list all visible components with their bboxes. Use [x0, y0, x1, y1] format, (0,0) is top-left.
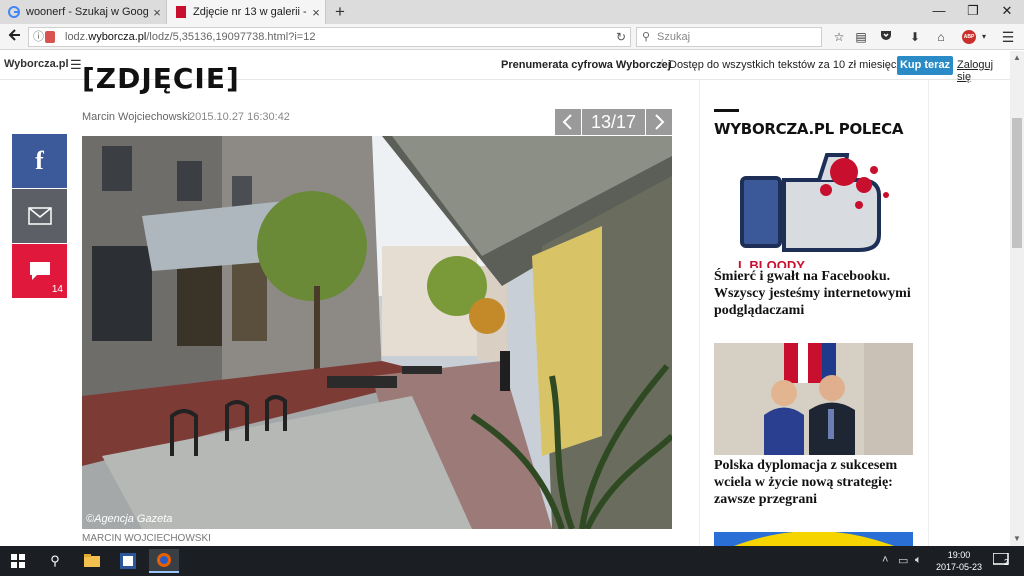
notification-count: 2 — [1004, 558, 1009, 567]
info-icon[interactable]: ⓘ — [33, 28, 44, 46]
byline-author[interactable]: Marcin Wojciechowski — [82, 111, 190, 123]
url-prefix: lodz. — [65, 31, 89, 43]
close-tab-icon[interactable]: × — [307, 5, 325, 20]
download-icon[interactable]: ⬇ — [906, 28, 924, 46]
sidebar-thumbnail-facebook[interactable]: L BLOODY — [714, 150, 913, 268]
gallery-next-button[interactable] — [646, 109, 672, 135]
gallery-prev-button[interactable] — [555, 109, 581, 135]
pocket-icon[interactable] — [877, 28, 895, 46]
thumbnail-caption: L BLOODY — [738, 258, 805, 268]
clock-date: 2017-05-23 — [935, 562, 983, 572]
login-link[interactable]: Zaloguj się — [957, 59, 1010, 83]
adblock-icon[interactable]: ABP — [962, 30, 976, 44]
subscription-title[interactable]: Prenumerata cyfrowa Wyborczej — [501, 59, 671, 71]
scroll-up-icon[interactable]: ▲ — [1010, 51, 1024, 65]
facebook-share-button[interactable]: f — [12, 134, 67, 188]
scroll-down-icon[interactable]: ▼ — [1010, 532, 1024, 546]
tracking-shield-icon[interactable] — [45, 31, 55, 43]
sidebar-item-title[interactable]: Polska dyplomacja z sukcesem wciela w ży… — [714, 457, 924, 508]
photo-credit: ©Agencja Gazeta — [86, 513, 173, 525]
thumbs-up-icon — [714, 150, 913, 268]
search-icon: ⚲ — [642, 31, 651, 43]
home-icon[interactable]: ⌂ — [932, 28, 950, 46]
search-placeholder: Szukaj — [657, 31, 691, 43]
sidebar-thumbnail-next[interactable] — [714, 532, 913, 546]
windows-start-icon[interactable] — [3, 549, 33, 573]
tray-chevron-up-icon[interactable]: ˄ — [882, 554, 888, 566]
tab-title: woonerf - Szukaj w Google — [26, 6, 148, 18]
buy-now-button[interactable]: Kup teraz — [897, 56, 953, 75]
diplomats-photo-image — [714, 343, 913, 455]
new-tab-button[interactable]: + — [330, 2, 350, 22]
yellow-shape-image — [734, 532, 894, 546]
word-document-icon[interactable] — [113, 549, 143, 573]
page-scrollbar[interactable]: ▲ ▼ — [1010, 51, 1024, 546]
notifications-icon[interactable]: 2 — [988, 549, 1014, 573]
hamburger-menu-icon[interactable]: ☰ — [70, 57, 82, 73]
subscription-separator: / — [660, 58, 664, 70]
comments-count: 14 — [51, 284, 63, 295]
url-host: wyborcza.pl — [88, 31, 147, 43]
email-share-button[interactable] — [12, 189, 67, 243]
url-path: /lodz/5,35136,19097738.html?i=12 — [146, 31, 316, 43]
subscription-info: Dostęp do wszystkich tekstów za 10 zł mi… — [669, 59, 917, 71]
windows-taskbar: ⚲ ˄ ▭ 🔈︎ 19:00 2017-05-23 2 — [0, 546, 1024, 576]
speech-bubble-icon — [29, 262, 50, 280]
gallery-photo[interactable] — [82, 136, 672, 529]
address-bar[interactable]: ⓘ lodz.wyborcza.pl/lodz/5,35136,19097738… — [28, 27, 631, 47]
sidebar-item-title[interactable]: Śmierć i gwałt na Facebooku. Wszyscy jes… — [714, 268, 924, 319]
reading-list-icon[interactable]: ▤ — [852, 28, 870, 46]
article-heading: [ZDJĘCIE] — [82, 62, 240, 95]
wyborcza-favicon-icon — [176, 6, 186, 18]
volume-icon[interactable]: 🔈︎ — [915, 554, 922, 567]
network-icon[interactable]: ▭ — [898, 554, 908, 567]
section-accent-bar — [714, 109, 739, 112]
site-brand[interactable]: Wyborcza.pl — [4, 58, 69, 70]
reload-icon[interactable]: ↻ — [616, 28, 626, 46]
sidebar-heading: WYBORCZA.PL POLECA — [714, 120, 904, 138]
street-photo-image — [82, 136, 672, 529]
search-icon[interactable]: ⚲ — [40, 549, 70, 573]
maximize-button[interactable]: ❐ — [956, 0, 990, 24]
facebook-icon: f — [35, 146, 44, 175]
file-explorer-icon[interactable] — [77, 549, 107, 573]
taskbar-clock[interactable]: 19:00 2017-05-23 — [933, 549, 985, 573]
bookmark-star-icon[interactable]: ☆ — [830, 28, 848, 46]
close-window-button[interactable]: ✕ — [990, 0, 1024, 24]
tab-title: Zdjęcie nr 13 w galerii - Woo — [193, 6, 307, 18]
browser-tab-strip: woonerf - Szukaj w Google × Zdjęcie nr 1… — [0, 0, 1024, 24]
clock-time: 19:00 — [947, 550, 971, 560]
chevron-down-icon[interactable]: ▾ — [975, 28, 993, 46]
sidebar-thumbnail-diplomacy[interactable] — [714, 343, 913, 455]
byline-date: 2015.10.27 16:30:42 — [189, 111, 290, 123]
menu-icon[interactable]: ☰ — [999, 28, 1017, 46]
back-arrow-icon[interactable] — [4, 27, 26, 47]
envelope-icon — [27, 207, 52, 225]
photo-caption: MARCIN WOJCIECHOWSKI — [82, 533, 211, 544]
tab-google-search[interactable]: woonerf - Szukaj w Google × — [0, 0, 166, 24]
tab-gallery[interactable]: Zdjęcie nr 13 w galerii - Woo × — [166, 0, 326, 24]
minimize-button[interactable]: — — [922, 0, 956, 24]
comments-button[interactable]: 14 — [12, 244, 67, 298]
search-input[interactable]: ⚲ Szukaj — [636, 27, 822, 47]
browser-nav-bar: ⓘ lodz.wyborcza.pl/lodz/5,35136,19097738… — [0, 24, 1024, 50]
google-icon — [8, 6, 20, 18]
gallery-counter: 13/17 — [582, 109, 645, 135]
close-tab-icon[interactable]: × — [148, 5, 166, 20]
scrollbar-thumb[interactable] — [1012, 118, 1022, 248]
firefox-icon[interactable] — [149, 549, 179, 573]
